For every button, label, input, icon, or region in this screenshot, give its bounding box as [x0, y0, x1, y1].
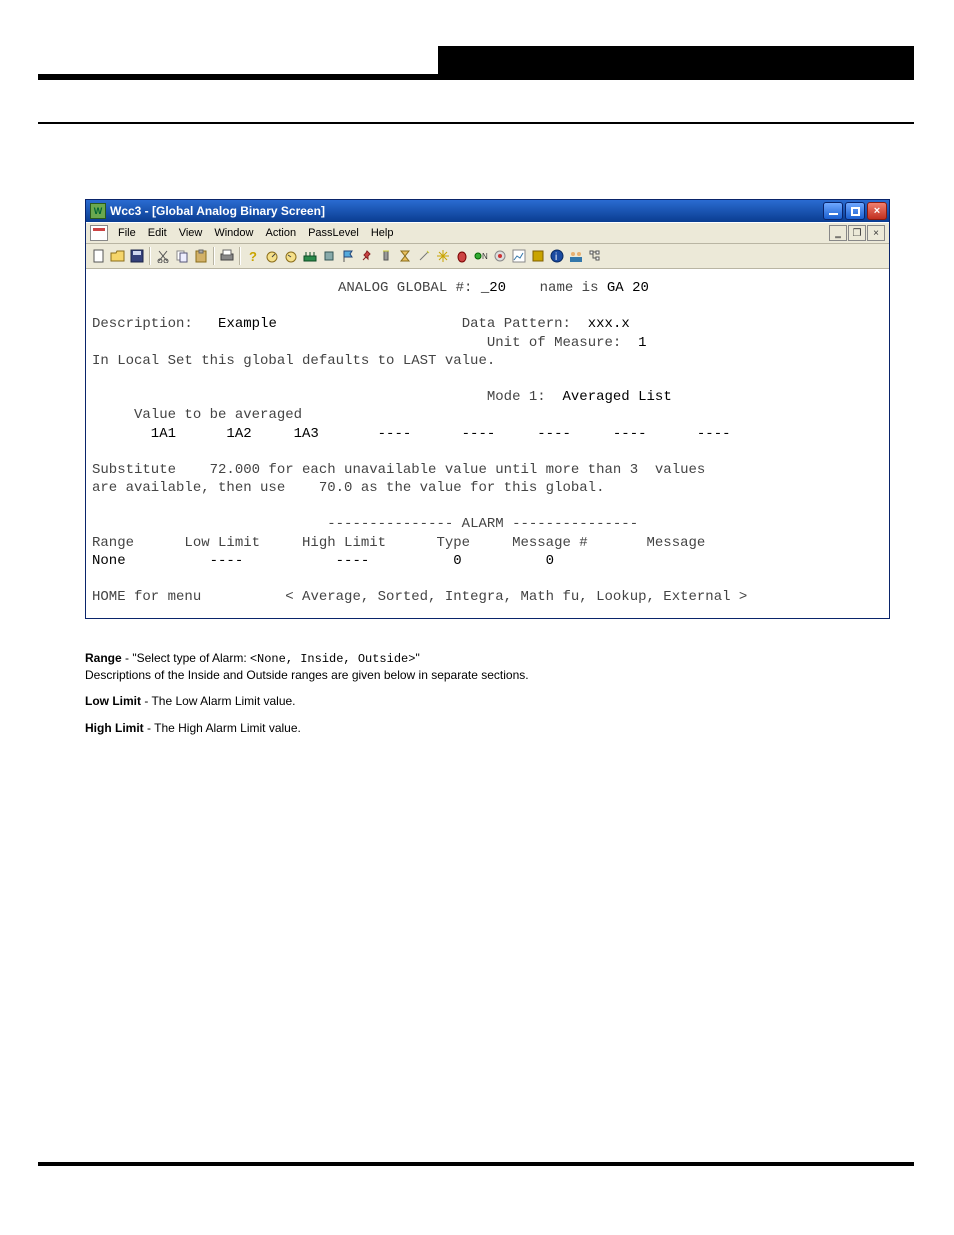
svg-text:N: N [482, 252, 488, 261]
menubar: File Edit View Window Action PassLevel H… [86, 222, 889, 244]
record-icon[interactable] [491, 247, 509, 265]
mdi-close-button[interactable]: × [867, 225, 885, 241]
header-rule-thin [38, 122, 914, 124]
hdr-name[interactable]: GA 20 [607, 280, 649, 296]
alarm-header: --------------- ALARM --------------- [327, 516, 638, 532]
header-dark-band [438, 46, 914, 74]
mode-label: Mode 1: [487, 389, 546, 405]
svg-text:i: i [555, 252, 557, 263]
mdi-minimize-button[interactable]: ‗ [829, 225, 847, 241]
menu-edit[interactable]: Edit [142, 225, 173, 241]
close-button[interactable]: × [867, 202, 887, 220]
maximize-button[interactable] [845, 202, 865, 220]
header-rule-thick [38, 74, 914, 80]
menu-help[interactable]: Help [365, 225, 400, 241]
flashlight-icon[interactable] [377, 247, 395, 265]
menu-passlevel[interactable]: PassLevel [302, 225, 365, 241]
sub-line1: Substitute 72.000 for each unavailable v… [92, 462, 705, 478]
highlimit-label: High Limit [85, 721, 144, 735]
toolbar: ? N i [86, 244, 889, 269]
gauge2-icon[interactable] [282, 247, 300, 265]
unit-label: Unit of Measure: [487, 335, 621, 351]
client-area: ANALOG GLOBAL #: _20 name is GA 20 Descr… [86, 269, 889, 618]
highlimit-text: - The High Alarm Limit value. [144, 721, 301, 735]
app-icon: W [90, 203, 106, 219]
lowlimit-label: Low Limit [85, 694, 141, 708]
gauge-icon[interactable] [263, 247, 281, 265]
tree-icon[interactable] [586, 247, 604, 265]
bug-icon[interactable] [453, 247, 471, 265]
chip-icon[interactable] [320, 247, 338, 265]
stop-icon[interactable] [529, 247, 547, 265]
chart-icon[interactable] [510, 247, 528, 265]
range-label: Range [85, 651, 122, 665]
flag-icon[interactable] [339, 247, 357, 265]
menu-action[interactable]: Action [259, 225, 302, 241]
data-pattern-label: Data Pattern: [462, 316, 571, 332]
menu-file[interactable]: File [112, 225, 142, 241]
values-row[interactable]: 1A1 1A2 1A3 ---- ---- ---- ---- ---- [92, 426, 731, 442]
alarm-cols: Range Low Limit High Limit Type Message … [92, 535, 705, 551]
new-icon[interactable] [90, 247, 108, 265]
local-set-line: In Local Set this global defaults to LAS… [92, 353, 495, 369]
save-icon[interactable] [128, 247, 146, 265]
footer-rule [38, 1162, 914, 1166]
sparkle-icon[interactable] [434, 247, 452, 265]
range-opts: None, Inside, Outside> [257, 652, 415, 666]
unit-value[interactable]: 1 [638, 335, 646, 351]
app-window: W Wcc3 - [Global Analog Binary Screen] ×… [85, 199, 890, 619]
hdr-num[interactable]: 20 [489, 280, 506, 296]
data-pattern-value[interactable]: xxx.x [588, 316, 630, 332]
hdr-label: ANALOG GLOBAL #: [338, 280, 472, 296]
alarm-vals[interactable]: None ---- ---- 0 0 [92, 553, 554, 569]
menu-window[interactable]: Window [208, 225, 259, 241]
sub-line2: are available, then use 70.0 as the valu… [92, 480, 604, 496]
mode-value[interactable]: Averaged List [563, 389, 672, 405]
document-icon[interactable] [90, 225, 108, 241]
router-icon[interactable] [301, 247, 319, 265]
people-icon[interactable] [567, 247, 585, 265]
copy-icon[interactable] [173, 247, 191, 265]
mdi-restore-button[interactable]: ❐ [848, 225, 866, 241]
help-icon[interactable]: ? [244, 247, 262, 265]
desc-value[interactable]: Example [218, 316, 277, 332]
hdr-name-label: name is [540, 280, 599, 296]
footer-home: HOME for menu [92, 589, 201, 605]
hourglass-icon[interactable] [396, 247, 414, 265]
titlebar: W Wcc3 - [Global Analog Binary Screen] × [86, 200, 889, 222]
svg-text:?: ? [249, 249, 257, 263]
switch-icon[interactable]: N [472, 247, 490, 265]
pin-icon[interactable] [358, 247, 376, 265]
cut-icon[interactable] [154, 247, 172, 265]
minimize-button[interactable] [823, 202, 843, 220]
values-label: Value to be averaged [134, 407, 302, 423]
window-title: Wcc3 - [Global Analog Binary Screen] [110, 204, 823, 218]
menu-view[interactable]: View [173, 225, 209, 241]
desc-label: Description: [92, 316, 193, 332]
paste-icon[interactable] [192, 247, 210, 265]
print-icon[interactable] [218, 247, 236, 265]
info-icon[interactable]: i [548, 247, 566, 265]
hdr-num-underscore: _ [481, 280, 489, 296]
doc-text: Range - "Select type of Alarm: <None, In… [85, 650, 885, 740]
footer-hint: < Average, Sorted, Integra, Math fu, Loo… [285, 589, 747, 605]
wand-icon[interactable] [415, 247, 433, 265]
lowlimit-text: - The Low Alarm Limit value. [141, 694, 296, 708]
range-desc: - "Select type of Alarm: < [122, 651, 257, 665]
open-icon[interactable] [109, 247, 127, 265]
